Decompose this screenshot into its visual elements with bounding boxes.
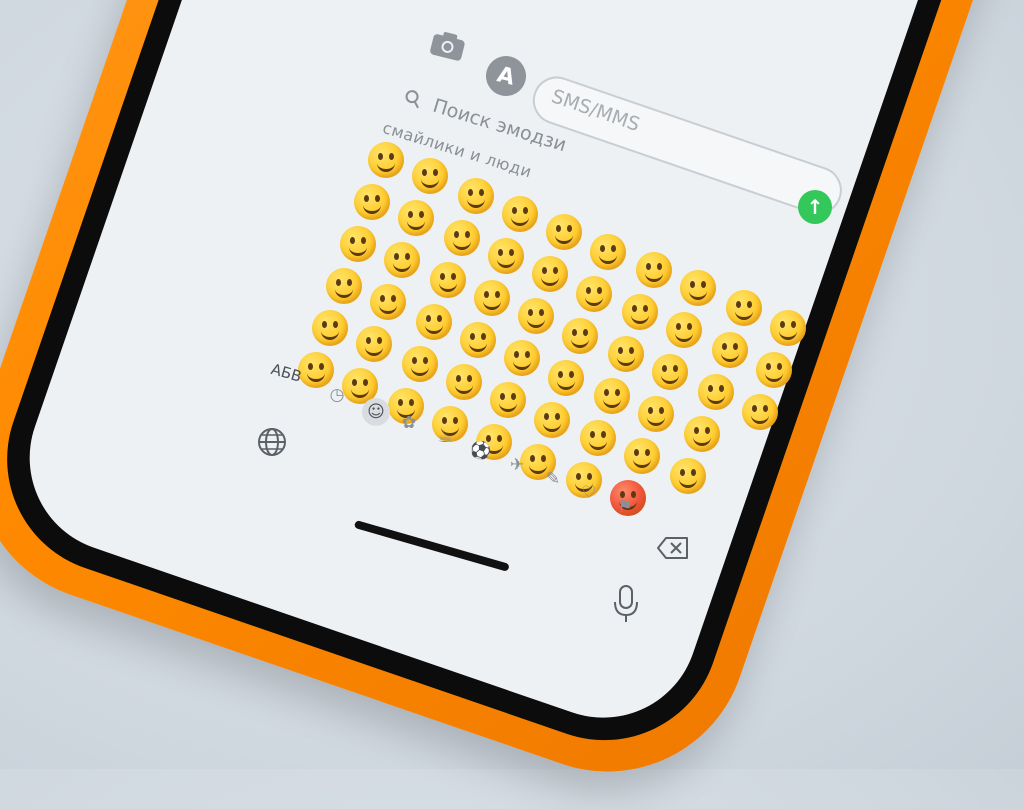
emoji-key[interactable]	[354, 184, 390, 220]
emoji-key[interactable]	[458, 178, 494, 214]
send-button[interactable]: ↑	[798, 190, 832, 224]
emoji-key[interactable]	[666, 312, 702, 348]
emoji-key[interactable]	[312, 310, 348, 346]
emoji-key[interactable]	[608, 336, 644, 372]
emoji-key[interactable]	[490, 382, 526, 418]
emoji-key[interactable]	[444, 220, 480, 256]
emoji-key[interactable]	[416, 304, 452, 340]
emoji-key[interactable]	[356, 326, 392, 362]
app-store-icon: A	[494, 61, 518, 91]
emoji-key[interactable]	[412, 158, 448, 194]
emoji-key[interactable]	[474, 280, 510, 316]
emoji-key[interactable]	[562, 318, 598, 354]
animals-icon[interactable]: ✿	[398, 412, 420, 434]
emoji-key[interactable]	[770, 310, 806, 346]
emoji-key[interactable]	[546, 214, 582, 250]
delete-icon	[657, 537, 688, 559]
emoji-key[interactable]	[580, 420, 616, 456]
food-icon[interactable]: ☕	[434, 426, 456, 448]
emoji-key[interactable]	[384, 242, 420, 278]
emoji-key[interactable]	[636, 252, 672, 288]
activity-icon[interactable]: ⚽	[470, 440, 492, 462]
globe-button[interactable]	[254, 424, 290, 460]
emoji-key[interactable]	[726, 290, 762, 326]
emoji-key[interactable]	[446, 364, 482, 400]
emoji-key[interactable]	[298, 352, 334, 388]
emoji-key[interactable]	[430, 262, 466, 298]
emoji-key[interactable]	[698, 374, 734, 410]
emoji-key[interactable]	[534, 402, 570, 438]
emoji-key[interactable]	[624, 438, 660, 474]
emoji-key[interactable]	[548, 360, 584, 396]
emoji-key[interactable]	[684, 416, 720, 452]
emoji-key[interactable]	[670, 458, 706, 494]
emoji-key[interactable]	[576, 276, 612, 312]
recent-icon[interactable]: ◷	[326, 384, 348, 406]
delete-key[interactable]	[656, 536, 690, 560]
emoji-key[interactable]	[502, 196, 538, 232]
emoji-key[interactable]	[370, 284, 406, 320]
search-icon	[405, 90, 419, 109]
symbols-icon[interactable]: ♡	[578, 482, 600, 504]
emoji-key[interactable]	[638, 396, 674, 432]
flags-icon[interactable]: ⚑	[614, 496, 636, 518]
emoji-key[interactable]	[594, 378, 630, 414]
emoji-key[interactable]	[398, 200, 434, 236]
emoji-key[interactable]	[652, 354, 688, 390]
emoji-key[interactable]	[340, 226, 376, 262]
emoji-key[interactable]	[532, 256, 568, 292]
camera-icon	[430, 32, 465, 61]
emoji-key[interactable]	[326, 268, 362, 304]
globe-icon	[258, 428, 286, 456]
emoji-key[interactable]	[680, 270, 716, 306]
phone-screen	[3, 0, 997, 744]
emoji-key[interactable]	[368, 142, 404, 178]
microphone-icon	[614, 585, 638, 622]
emoji-key[interactable]	[622, 294, 658, 330]
emoji-key[interactable]	[488, 238, 524, 274]
send-arrow-icon: ↑	[806, 195, 824, 219]
emoji-key[interactable]	[742, 394, 778, 430]
emoji-key[interactable]	[590, 234, 626, 270]
objects-icon[interactable]: ✎	[542, 468, 564, 490]
emoji-key[interactable]	[504, 340, 540, 376]
emoji-key[interactable]	[712, 332, 748, 368]
emoji-key[interactable]	[518, 298, 554, 334]
travel-icon[interactable]: ✈	[506, 454, 528, 476]
emoji-key[interactable]	[756, 352, 792, 388]
smileys-icon[interactable]: ☺	[362, 398, 390, 426]
emoji-key[interactable]	[402, 346, 438, 382]
emoji-key[interactable]	[460, 322, 496, 358]
microphone-button[interactable]	[612, 584, 640, 624]
